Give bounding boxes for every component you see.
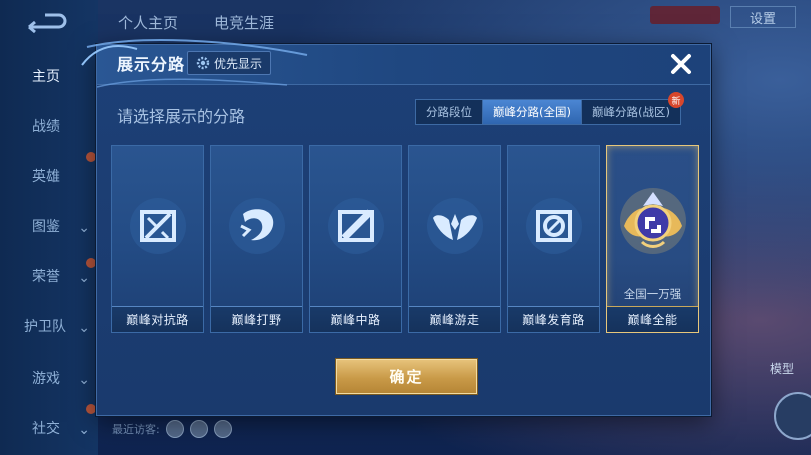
chevron-down-icon: ⌄ [78,320,90,336]
tab-profile[interactable]: 个人主页 [100,0,196,42]
lane-card-top[interactable]: 巅峰对抗路 [111,145,204,333]
wings-support-icon [427,198,483,254]
lane-card-label: 巅峰中路 [310,306,401,332]
tab-esports[interactable]: 电竞生涯 [196,0,292,42]
close-button[interactable] [666,49,696,79]
back-button[interactable] [22,8,72,38]
sidebar-item-social[interactable]: 社交 ⌄ [0,408,98,448]
lane-card-roam[interactable]: 巅峰游走 [408,145,501,333]
recent-visitors: 最近访客: [112,420,232,438]
lane-display-dialog: 展示分路 优先显示 请选择展示的分路 分路段位 巅峰分路(全国) 巅峰分路(战区… [81,39,711,416]
chevron-down-icon: ⌄ [78,220,90,236]
farm-lane-icon [526,198,582,254]
sword-lane-icon [130,198,186,254]
allround-emblem-icon [620,188,686,254]
avatar[interactable] [165,420,184,438]
lane-card-label: 巅峰游走 [409,306,500,332]
confirm-button[interactable]: 确定 [336,359,477,394]
top-tab-bar: 个人主页 电竞生涯 [100,0,292,42]
lane-card-jungle[interactable]: 巅峰打野 [210,145,303,333]
notification-dot [86,152,96,162]
sidebar: 主页 战绩 英雄 图鉴 ⌄ 荣誉 ⌄ 护卫队 ⌄ 游戏 ⌄ 社交 ⌄ [0,0,98,455]
notification-dot [86,258,96,268]
sidebar-item-codex[interactable]: 图鉴 ⌄ [0,206,98,246]
vip-badge [650,6,720,24]
chevron-down-icon: ⌄ [78,422,90,438]
lane-card-label: 巅峰发育路 [508,306,599,332]
prompt-text: 请选择展示的分路 [117,107,246,126]
segment-lane-rank[interactable]: 分路段位 [416,100,482,124]
notification-dot [86,404,96,414]
priority-display-button[interactable]: 优先显示 [187,51,272,75]
sidebar-item-honor[interactable]: 荣誉 ⌄ [0,256,98,296]
chevron-down-icon: ⌄ [78,270,90,286]
gear-icon [196,56,210,70]
sidebar-item-records[interactable]: 战绩 [0,106,98,146]
sidebar-item-game[interactable]: 游戏 ⌄ [0,358,98,398]
sidebar-item-guard[interactable]: 护卫队 ⌄ [0,306,98,346]
back-arrow-icon [28,13,67,33]
lane-card-farm[interactable]: 巅峰发育路 [507,145,600,333]
lane-card-allround[interactable]: 全国一万强 巅峰全能 [606,145,699,333]
chevron-down-icon: ⌄ [78,372,90,388]
segment-control: 分路段位 巅峰分路(全国) 巅峰分路(战区) 新 [415,92,684,125]
close-icon [671,54,691,74]
segment-peak-national[interactable]: 巅峰分路(全国) [482,100,581,124]
lane-card-label: 巅峰全能 [607,306,698,332]
mid-lane-icon [328,198,384,254]
lane-card-mid[interactable]: 巅峰中路 [309,145,402,333]
new-badge: 新 [667,92,684,108]
rank-text: 全国一万强 [623,287,682,301]
segment-peak-region[interactable]: 巅峰分路(战区) 新 [580,92,684,124]
avatar[interactable] [189,420,208,438]
dragon-jungle-icon [229,198,285,254]
sidebar-item-home[interactable]: 主页 [0,56,98,96]
lane-card-list: 巅峰对抗路 巅峰打野 巅峰中路 巅峰游走 巅峰发育路 全国一万强 巅峰全能 [111,145,701,335]
dialog-title: 展示分路 [117,55,186,74]
lane-card-label: 巅峰对抗路 [112,306,203,332]
avatar[interactable] [213,420,232,438]
model-label[interactable]: 模型 [770,360,794,377]
settings-button[interactable]: 设置 [730,6,796,28]
sidebar-item-heroes[interactable]: 英雄 [0,156,98,196]
lane-card-label: 巅峰打野 [211,306,302,332]
